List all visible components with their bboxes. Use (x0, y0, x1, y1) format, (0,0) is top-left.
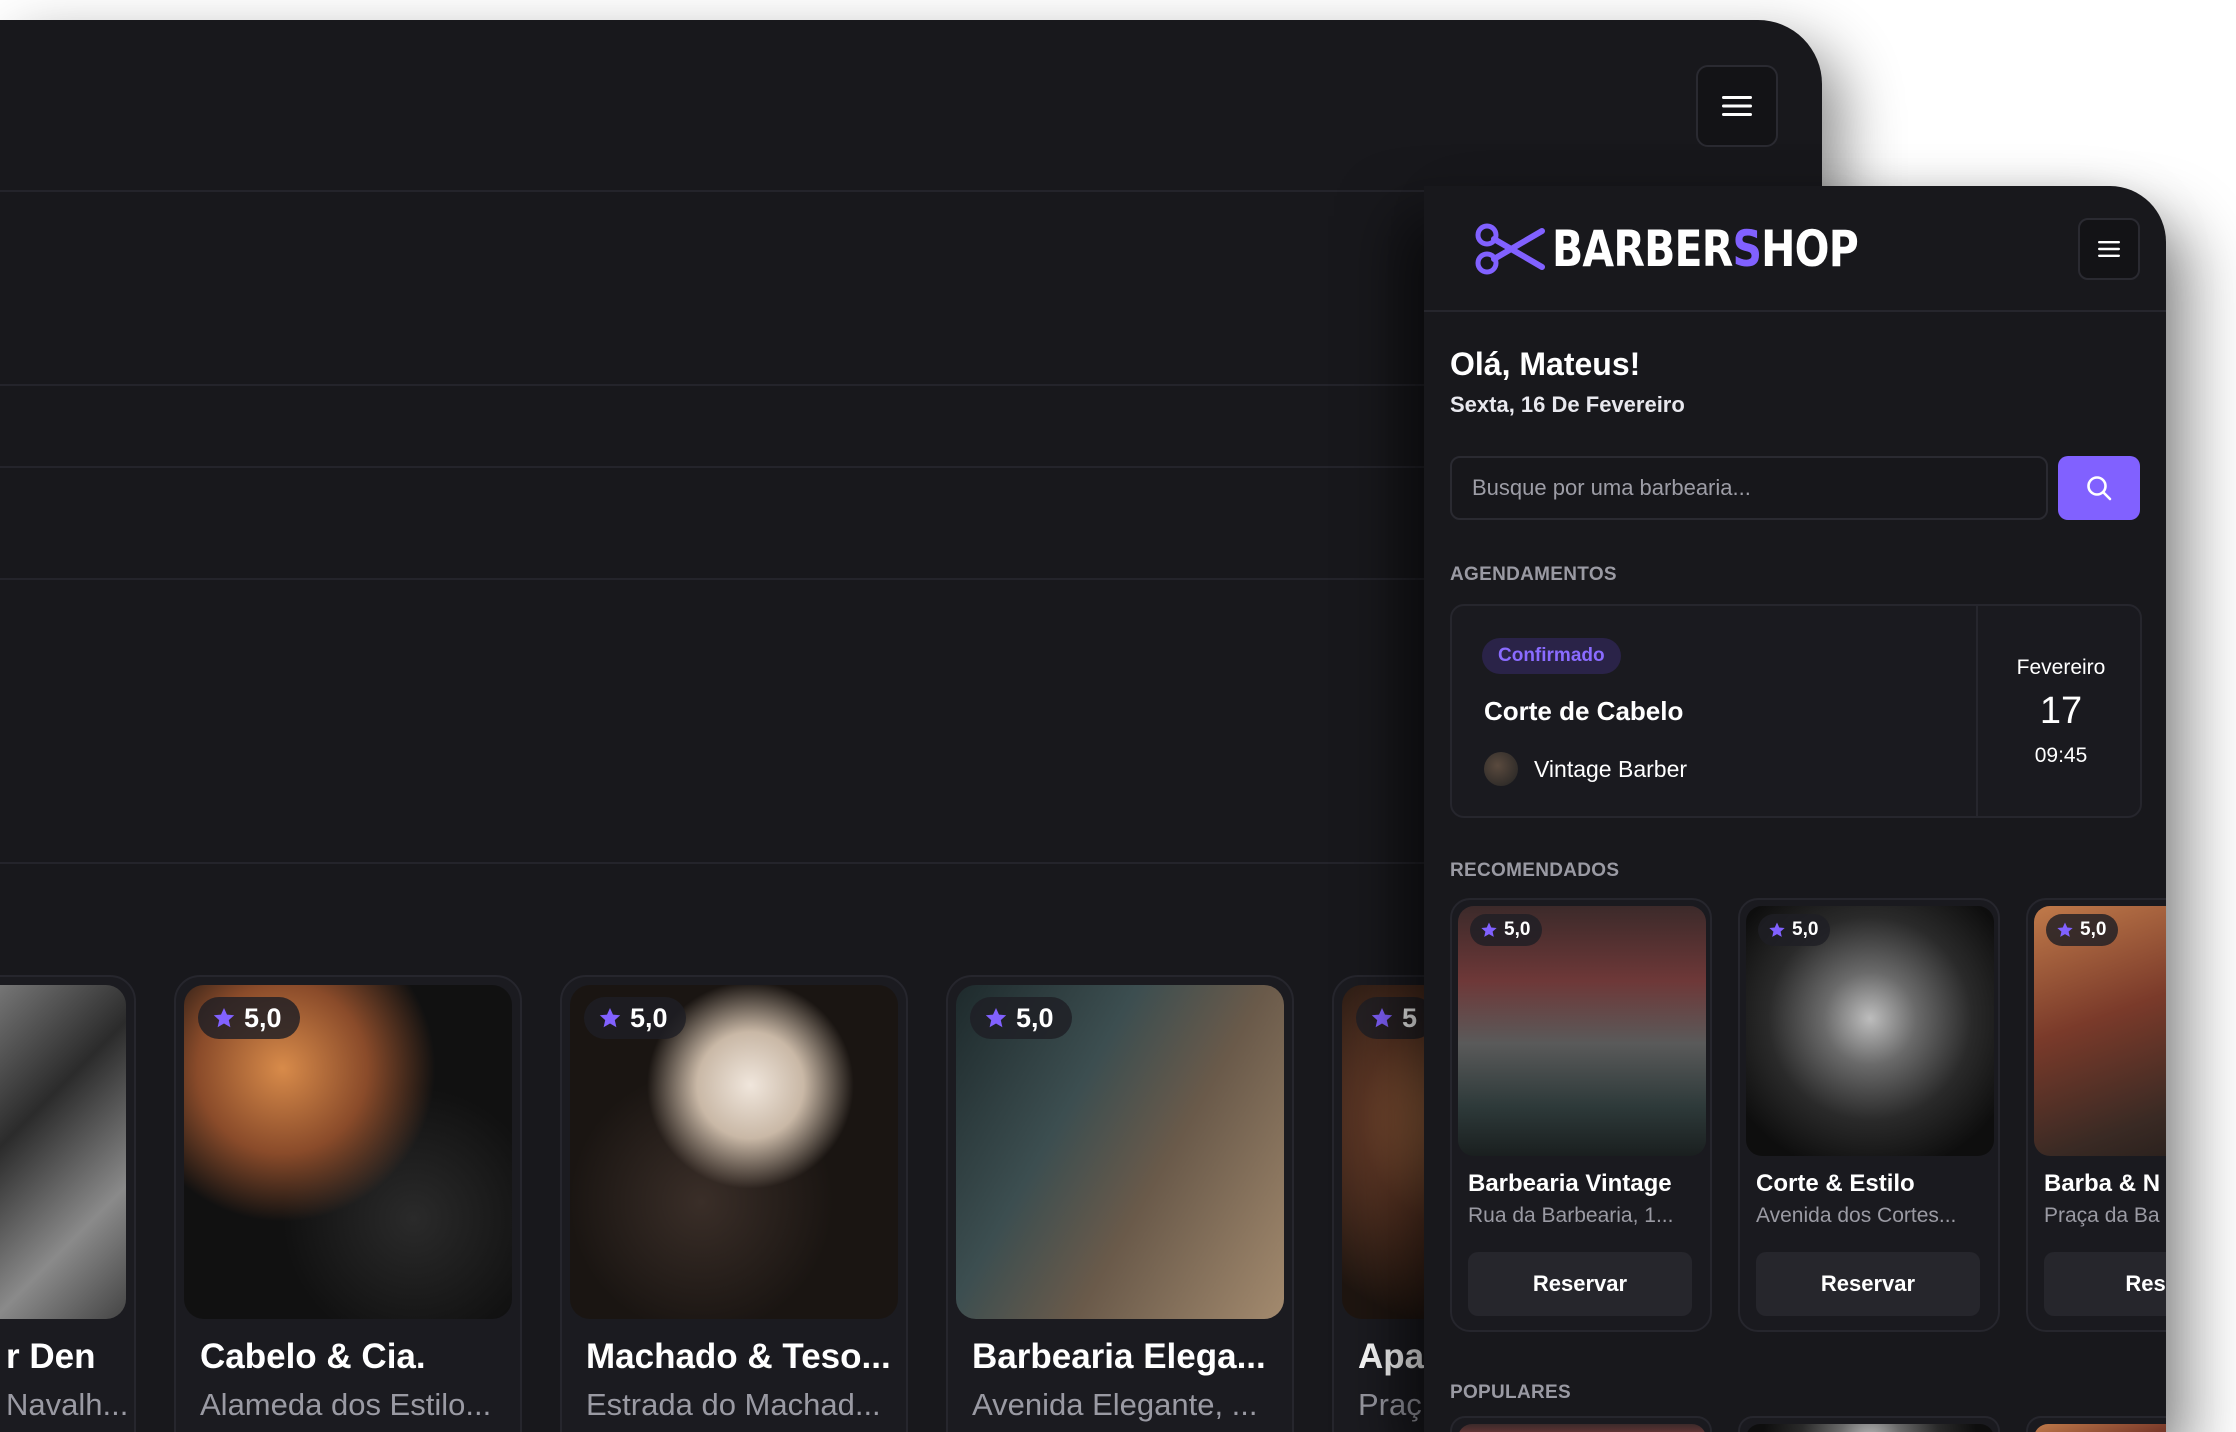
mobile-header: BARBERSHOP (1424, 186, 2166, 312)
current-date: Sexta, 16 De Fevereiro (1450, 392, 1685, 417)
star-icon (2057, 922, 2073, 937)
barbershop-address: Navalh... (6, 1387, 129, 1422)
barbershop-address: Estrada do Machad... (586, 1387, 881, 1422)
booking-shop-name: Vintage Barber (1534, 756, 1688, 782)
reserve-button[interactable]: Reservar (1468, 1252, 1692, 1316)
recommended-barbershop-card[interactable]: 5,0 Barba & N Praça da Ba Reser (2026, 898, 2166, 1332)
rating-badge: 5,0 (2046, 914, 2119, 946)
rating-value: 5,0 (2080, 919, 2107, 940)
logo-tail: HOP (1761, 220, 1859, 278)
status-badge: Confirmado (1482, 638, 1621, 674)
section-title-bookings: AGENDAMENTOS (1450, 564, 1617, 585)
hamburger-menu-icon (1722, 96, 1752, 116)
mobile-menu-button[interactable] (2078, 218, 2140, 280)
rating-badge: 5,0 (198, 997, 300, 1039)
recommended-barbershop-card[interactable]: 5,0 Barbearia Vintage Rua da Barbearia, … (1450, 898, 1712, 1332)
rating-value: 5,0 (1792, 919, 1819, 940)
desktop-menu-button[interactable] (1696, 65, 1778, 147)
barbershop-name: Barbearia Vintage (1468, 1170, 1672, 1197)
barbershop-name: Apa (1358, 1337, 1425, 1376)
desktop-barbershop-card[interactable]: 5,0 Barbearia Elega... Avenida Elegante,… (946, 975, 1294, 1432)
popular-barbershop-card[interactable] (2026, 1416, 2166, 1432)
barbershop-name: Barba & N (2044, 1170, 2161, 1197)
barbershop-address: Rua da Barbearia, 1... (1468, 1204, 1674, 1227)
popular-barbershop-card[interactable] (1450, 1416, 1712, 1432)
hamburger-menu-icon (2098, 241, 2120, 257)
booking-time: 09:45 (2034, 744, 2088, 767)
barbershop-photo (1746, 1424, 1994, 1432)
section-title-popular: POPULARES (1450, 1382, 1571, 1403)
booking-day: 17 (2039, 690, 2083, 732)
booking-card[interactable]: Confirmado Corte de Cabelo Vintage Barbe… (1450, 604, 2142, 818)
search-button[interactable] (2058, 456, 2140, 520)
rating-value: 5 (1402, 1002, 1418, 1033)
barbershop-name: Machado & Teso... (586, 1337, 891, 1376)
desktop-barbershop-card[interactable]: 5,0 Cabelo & Cia. Alameda dos Estilo... (174, 975, 522, 1432)
rating-value: 5,0 (1504, 919, 1531, 940)
star-icon (985, 1008, 1007, 1028)
barbershop-address: Avenida dos Cortes... (1756, 1204, 1957, 1227)
star-icon (599, 1008, 621, 1028)
star-icon (213, 1008, 235, 1028)
barbershop-name: r Den (6, 1337, 96, 1376)
avatar (1484, 752, 1518, 786)
barbershop-photo (0, 985, 126, 1319)
reserve-button[interactable]: Reser (2044, 1252, 2166, 1316)
barbershop-address: Praça da Ba (2044, 1204, 2160, 1227)
desktop-barbershop-card[interactable]: 5,0 Machado & Teso... Estrada do Machad.… (560, 975, 908, 1432)
logo-wordmark: BARBERSHOP (1552, 220, 1859, 278)
recommended-barbershop-card[interactable]: 5,0 Corte & Estilo Avenida dos Cortes...… (1738, 898, 2000, 1332)
popular-barbershop-card[interactable] (1738, 1416, 2000, 1432)
search-input[interactable] (1450, 456, 2048, 520)
barbershop-photo (1458, 1424, 1706, 1432)
screenshot-stage: r Den Navalh... 5,0 Cabelo & Cia. Alamed… (0, 0, 2236, 1432)
booking-service: Corte de Cabelo (1484, 696, 1684, 726)
rating-badge: 5,0 (584, 997, 686, 1039)
rating-value: 5,0 (244, 1002, 282, 1033)
star-icon (1371, 1008, 1393, 1028)
logo-main: BARBER (1552, 220, 1733, 278)
rating-value: 5,0 (630, 1002, 668, 1033)
star-icon (1481, 922, 1497, 937)
rating-value: 5,0 (1016, 1002, 1054, 1033)
section-title-recommended: RECOMENDADOS (1450, 860, 1620, 881)
rating-badge: 5,0 (1470, 914, 1543, 946)
mobile-window: BARBERSHOP Olá, Mateus! Sexta, 16 De Fev… (1424, 186, 2166, 1432)
barbershop-address: Praç (1358, 1387, 1422, 1422)
scissors-icon (1475, 223, 1545, 275)
desktop-barbershop-card[interactable]: r Den Navalh... (0, 975, 136, 1432)
star-icon (1769, 922, 1785, 937)
rating-badge: 5,0 (970, 997, 1072, 1039)
reserve-button[interactable]: Reservar (1756, 1252, 1980, 1316)
logo-accent: S (1732, 220, 1762, 278)
barbershop-logo[interactable]: BARBERSHOP (1474, 220, 1925, 278)
barbershop-name: Corte & Estilo (1756, 1170, 1915, 1197)
booking-month: Fevereiro (2016, 656, 2106, 679)
search-icon (2087, 476, 2112, 501)
barbershop-photo (2034, 1424, 2166, 1432)
barbershop-address: Avenida Elegante, ... (972, 1387, 1258, 1422)
barbershop-name: Barbearia Elega... (972, 1337, 1266, 1376)
barbershop-address: Alameda dos Estilo... (200, 1387, 492, 1422)
barbershop-name: Cabelo & Cia. (200, 1337, 426, 1376)
greeting-title: Olá, Mateus! (1450, 346, 1641, 382)
rating-badge: 5,0 (1758, 914, 1831, 946)
